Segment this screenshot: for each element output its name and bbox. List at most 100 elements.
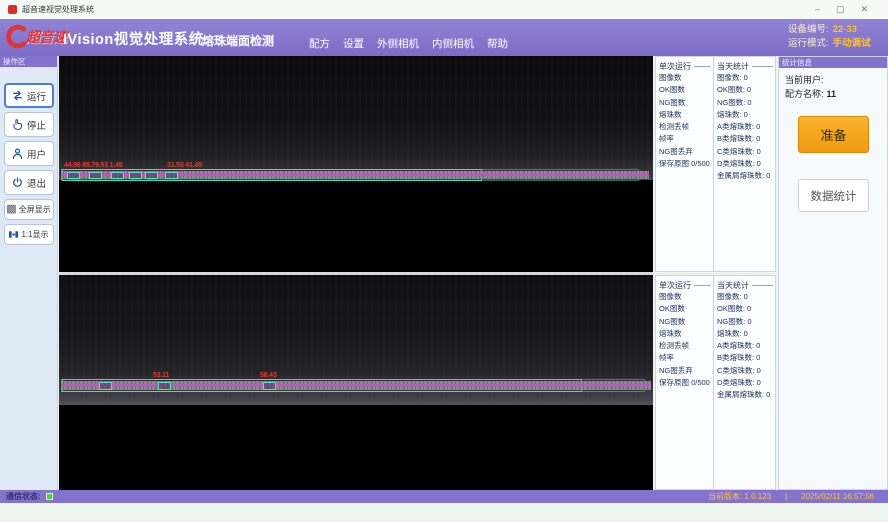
menu-item[interactable]: 设置 [343,36,364,51]
stat-row: D类熔珠数: 0 [717,377,773,389]
measurement-annotation: 56.43 [260,372,277,379]
single-run-column: 单次运行 图像数OK图数NG图数熔珠数检测丢帧帧率NG图丢弃保存原图 0/500 [656,57,714,271]
user-button-label: 用户 [27,147,46,161]
run-mode-row: 运行模式:手动调试 [788,37,871,51]
camera-view-inner: 53.11 56.43 [59,275,653,490]
stop-button[interactable]: 停止 [4,112,54,137]
one-to-one-icon [8,229,19,240]
stat-row: B类熔珠数: 0 [717,352,773,364]
version-value: 1.0.123 [744,492,771,501]
main-menu: 配方设置外侧相机内侧相机帮助 [309,36,508,51]
app-header: 超音速 IVision视觉处理系统 熔珠端面检测 配方设置外侧相机内侧相机帮助 … [0,19,888,56]
recipe-name-value: 11 [827,89,837,99]
statistics-panels: 单次运行 图像数OK图数NG图数熔珠数检测丢帧帧率NG图丢弃保存原图 0/500… [655,56,776,490]
device-info: 设备编号: 22-33 运行模式:手动调试 [788,23,871,51]
stat-row: 金属屑熔珠数: 0 [717,389,773,401]
run-button[interactable]: 运行 [4,83,54,108]
stat-row: D类熔珠数: 0 [717,158,773,170]
logo-text: 超音速 [26,27,67,47]
os-titlebar: 超音速视觉处理系统 – ▢ ✕ [0,0,888,19]
comm-status-indicator [46,493,53,500]
camera-viewports: 44.96 85.79.53 1.49 31.53 41.49 53.11 56.4… [59,56,653,490]
stat-row: 熔珠数: 0 [717,328,773,340]
camera-view-outer: 44.96 85.79.53 1.49 31.53 41.49 [59,56,653,272]
menu-item[interactable]: 配方 [309,36,330,51]
stop-hand-icon [11,118,24,131]
stat-row: 帧率 [659,133,711,145]
stat-row: C类熔珠数: 0 [717,146,773,158]
weld-image-outer [59,56,653,180]
defect-box [165,172,178,179]
run-loop-icon [11,89,24,102]
menu-item[interactable]: 帮助 [487,36,508,51]
defect-box [89,172,102,179]
info-panel-title: 统计信息 [779,57,887,68]
stat-row: OK图数: 0 [717,303,773,315]
maximize-button[interactable]: ▢ [836,5,845,14]
single-run-column: 单次运行 图像数OK图数NG图数熔珠数检测丢帧帧率NG图丢弃保存原图 0/500 [656,276,714,489]
stat-row: 检测丢帧 [659,340,711,352]
defect-box [67,172,80,179]
stat-row: 图像数: 0 [717,291,773,303]
exit-button[interactable]: 退出 [4,170,54,195]
data-statistics-button[interactable]: 数据统计 [798,179,869,212]
defect-box [158,382,171,390]
stat-row: A类熔珠数: 0 [717,121,773,133]
today-title: 当天统计 [717,61,749,72]
status-separator: | [785,492,787,501]
minimize-button[interactable]: – [815,5,820,14]
app-subtitle: 熔珠端面检测 [202,32,274,49]
device-number-value: 22-33 [833,24,857,35]
stat-row: 检测丢帧 [659,121,711,133]
stat-row: NG图丢弃 [659,146,711,158]
stat-row: 图像数 [659,72,711,84]
fullscreen-button[interactable]: ▩ 全屏显示 [4,199,54,220]
recipe-name-label: 配方名称: [785,89,824,99]
version-row: 当前版本: 1.0.123 [708,491,771,502]
measurement-annotation: 53.11 [153,372,169,379]
measurement-annotation: 44.96 85.79.53 1.49 [64,162,122,169]
operation-sidebar: 操作区 运行 停止 用户 [0,56,58,490]
main-area: 操作区 运行 停止 用户 [0,56,888,490]
defect-box [99,382,112,390]
stat-row: OK图数: 0 [717,84,773,96]
today-column: 当天统计 图像数: 0OK图数: 0NG图数: 0熔珠数: 0A类熔珠数: 0B… [714,57,775,271]
window-controls: – ▢ ✕ [815,5,880,14]
current-user-row: 当前用户: [785,73,881,87]
recipe-name-row: 配方名称:11 [785,87,881,101]
page-title: IVision视觉处理系统 [63,28,204,49]
stats-panel-inner: 单次运行 图像数OK图数NG图数熔珠数检测丢帧帧率NG图丢弃保存原图 0/500… [655,275,776,490]
sidebar-title: 操作区 [0,56,57,67]
menu-item[interactable]: 外侧相机 [377,36,419,51]
device-number-row: 设备编号: 22-33 [788,23,871,37]
one-to-one-button-label: 1:1显示 [21,229,48,240]
user-button[interactable]: 用户 [4,141,54,166]
stat-row: 金属屑熔珠数: 0 [717,170,773,182]
stat-row: 保存原图 0/500 [659,158,711,170]
stat-row: 图像数 [659,291,711,303]
power-icon [11,176,24,189]
menu-item[interactable]: 内侧相机 [432,36,474,51]
run-mode-label: 运行模式: [788,38,829,49]
stat-row: 熔珠数 [659,328,711,340]
sidebar-buttons: 运行 停止 用户 退出 ▩ 全屏显 [0,67,57,245]
version-label: 当前版本: [708,492,742,501]
stat-row: 图像数: 0 [717,72,773,84]
bead-center-line [61,384,651,386]
stat-row: NG图丢弃 [659,365,711,377]
one-to-one-button[interactable]: 1:1显示 [4,224,54,245]
stat-row: 熔珠数 [659,109,711,121]
defect-box [129,172,142,179]
stat-row: 帧率 [659,352,711,364]
fullscreen-grid-icon: ▩ [6,204,16,215]
fullscreen-button-label: 全屏显示 [19,204,51,215]
measurement-annotation: 31.53 41.49 [167,162,202,169]
defect-box [263,382,276,390]
close-button[interactable]: ✕ [860,5,868,14]
device-number-label: 设备编号: [788,24,829,35]
datetime-value: 2025/02/11 16:57:56 [801,492,874,501]
prepare-button[interactable]: 准备 [798,116,869,153]
today-column: 当天统计 图像数: 0OK图数: 0NG图数: 0熔珠数: 0A类熔珠数: 0B… [714,276,775,489]
single-run-title: 单次运行 [659,280,691,291]
comm-status-label: 通信状态: [6,491,41,502]
